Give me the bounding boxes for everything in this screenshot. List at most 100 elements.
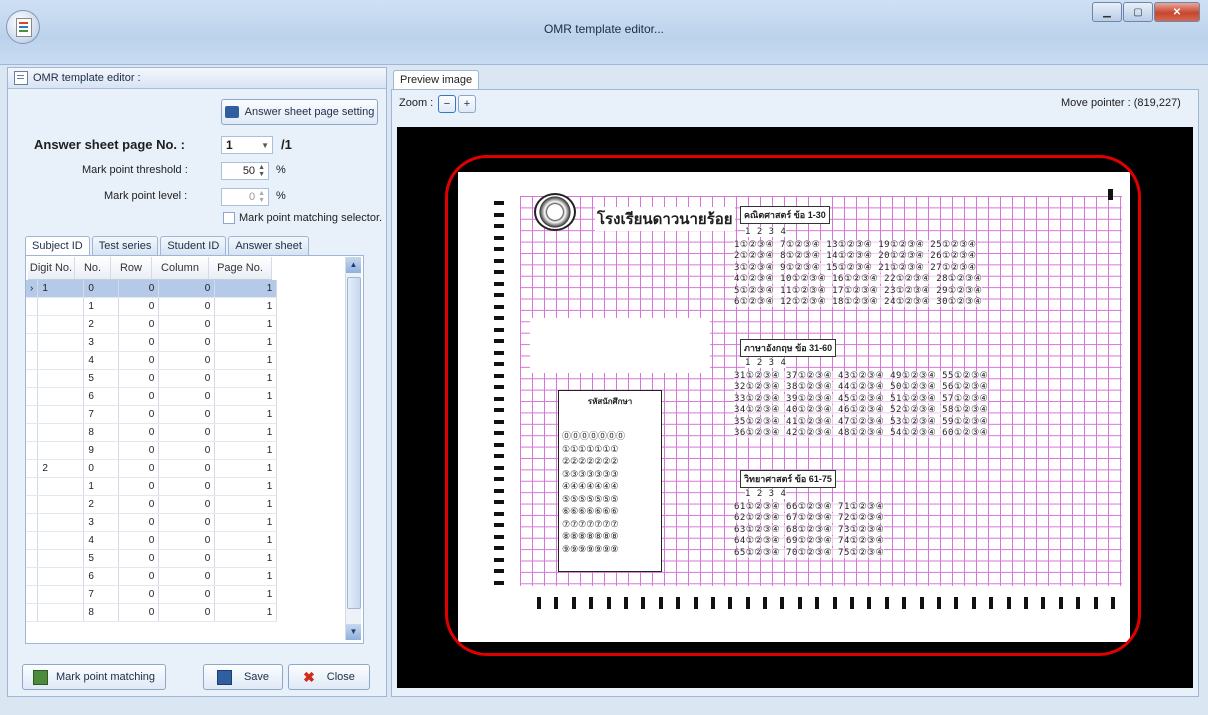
table-row[interactable]: 4001 (26, 531, 278, 550)
cell-page[interactable]: 1 (214, 441, 278, 460)
cell-row[interactable]: 0 (118, 459, 160, 478)
minimize-button[interactable]: ▁ (1092, 2, 1122, 22)
cell-column[interactable]: 0 (158, 567, 216, 586)
mark-point-matching-button[interactable]: Mark point matching (22, 664, 166, 690)
cell-page[interactable]: 1 (214, 333, 278, 352)
cell-row[interactable]: 0 (118, 441, 160, 460)
cell-column[interactable]: 0 (158, 459, 216, 478)
row-indicator[interactable] (26, 369, 39, 388)
cell-no[interactable]: 5 (83, 549, 120, 568)
cell-row[interactable]: 0 (118, 477, 160, 496)
cell-no[interactable]: 1 (83, 297, 120, 316)
table-row[interactable]: 20001 (26, 459, 278, 478)
cell-column[interactable]: 0 (158, 423, 216, 442)
cell-no[interactable]: 7 (83, 585, 120, 604)
cell-row[interactable]: 0 (118, 387, 160, 406)
cell-row[interactable]: 0 (118, 567, 160, 586)
table-row[interactable]: › 1 0 0 0 1 (26, 280, 278, 298)
cell-column[interactable]: 0 (158, 405, 216, 424)
table-row[interactable]: 6001 (26, 387, 278, 406)
cell-no[interactable]: 3 (83, 513, 120, 532)
cell-page[interactable]: 1 (214, 495, 278, 514)
page-no-select[interactable]: 1 ▼ (221, 136, 273, 154)
cell-column[interactable]: 0 (158, 369, 216, 388)
table-row[interactable]: 4001 (26, 351, 278, 370)
table-row[interactable]: 8001 (26, 423, 278, 442)
tab-test-series[interactable]: Test series (91, 236, 159, 255)
cell-column[interactable]: 0 (158, 477, 216, 496)
cell-column[interactable]: 0 (158, 280, 216, 298)
row-indicator[interactable] (26, 603, 39, 622)
row-indicator[interactable] (26, 567, 39, 586)
cell-page[interactable]: 1 (214, 531, 278, 550)
cell-no[interactable]: 2 (83, 495, 120, 514)
cell-column[interactable]: 0 (158, 333, 216, 352)
cell-row[interactable]: 0 (118, 603, 160, 622)
cell-column[interactable]: 0 (158, 513, 216, 532)
cell-page[interactable]: 1 (214, 315, 278, 334)
row-indicator[interactable]: › (26, 280, 39, 298)
col-header-page[interactable]: Page No. (209, 257, 272, 279)
row-indicator[interactable] (26, 441, 39, 460)
zoom-out-button[interactable]: − (438, 95, 456, 113)
cell-page[interactable]: 1 (214, 603, 278, 622)
table-row[interactable]: 3001 (26, 513, 278, 532)
row-indicator[interactable] (26, 387, 39, 406)
cell-no[interactable]: 0 (83, 280, 120, 298)
cell-row[interactable]: 0 (118, 531, 160, 550)
cell-column[interactable]: 0 (158, 549, 216, 568)
cell-row[interactable]: 0 (118, 513, 160, 532)
table-row[interactable]: 7001 (26, 585, 278, 604)
cell-no[interactable]: 6 (83, 567, 120, 586)
cell-digit[interactable] (37, 423, 85, 442)
row-indicator[interactable] (26, 531, 39, 550)
cell-page[interactable]: 1 (214, 477, 278, 496)
cell-row[interactable]: 0 (118, 315, 160, 334)
cell-digit[interactable] (37, 549, 85, 568)
cell-no[interactable]: 5 (83, 369, 120, 388)
cell-no[interactable]: 8 (83, 423, 120, 442)
grid-scrollbar[interactable]: ▲ ▼ (345, 257, 361, 640)
tab-student-id[interactable]: Student ID (160, 236, 227, 255)
cell-row[interactable]: 0 (118, 405, 160, 424)
table-row[interactable]: 2001 (26, 495, 278, 514)
cell-page[interactable]: 1 (214, 423, 278, 442)
col-header-column[interactable]: Column (152, 257, 209, 279)
col-header-digit[interactable]: Digit No. (28, 257, 75, 279)
row-indicator[interactable] (26, 297, 39, 316)
cell-page[interactable]: 1 (214, 351, 278, 370)
cell-column[interactable]: 0 (158, 387, 216, 406)
cell-no[interactable]: 4 (83, 351, 120, 370)
row-indicator[interactable] (26, 351, 39, 370)
row-indicator[interactable] (26, 405, 39, 424)
cell-row[interactable]: 0 (118, 369, 160, 388)
cell-digit[interactable] (37, 405, 85, 424)
cell-digit[interactable] (37, 495, 85, 514)
cell-digit[interactable] (37, 513, 85, 532)
cell-column[interactable]: 0 (158, 297, 216, 316)
stepper-arrows-icon[interactable]: ▲ ▼ (258, 164, 265, 178)
table-row[interactable]: 5001 (26, 549, 278, 568)
table-row[interactable]: 5001 (26, 369, 278, 388)
cell-no[interactable]: 6 (83, 387, 120, 406)
cell-digit[interactable] (37, 297, 85, 316)
cell-digit[interactable] (37, 603, 85, 622)
cell-digit[interactable] (37, 333, 85, 352)
cell-row[interactable]: 0 (118, 297, 160, 316)
save-button[interactable]: Save (203, 664, 283, 690)
level-stepper[interactable]: 0 ▲ ▼ (221, 188, 269, 206)
cell-no[interactable]: 7 (83, 405, 120, 424)
table-row[interactable]: 7001 (26, 405, 278, 424)
table-row[interactable]: 1001 (26, 297, 278, 316)
answer-sheet-page-setting-button[interactable]: Answer sheet page setting (221, 99, 378, 125)
cell-row[interactable]: 0 (118, 423, 160, 442)
cell-digit[interactable] (37, 531, 85, 550)
cell-digit[interactable]: 1 (37, 280, 85, 298)
row-indicator[interactable] (26, 423, 39, 442)
cell-column[interactable]: 0 (158, 351, 216, 370)
row-indicator[interactable] (26, 513, 39, 532)
cell-page[interactable]: 1 (214, 280, 278, 298)
chevron-down-icon[interactable]: ▼ (261, 141, 269, 150)
table-row[interactable]: 6001 (26, 567, 278, 586)
cell-column[interactable]: 0 (158, 441, 216, 460)
